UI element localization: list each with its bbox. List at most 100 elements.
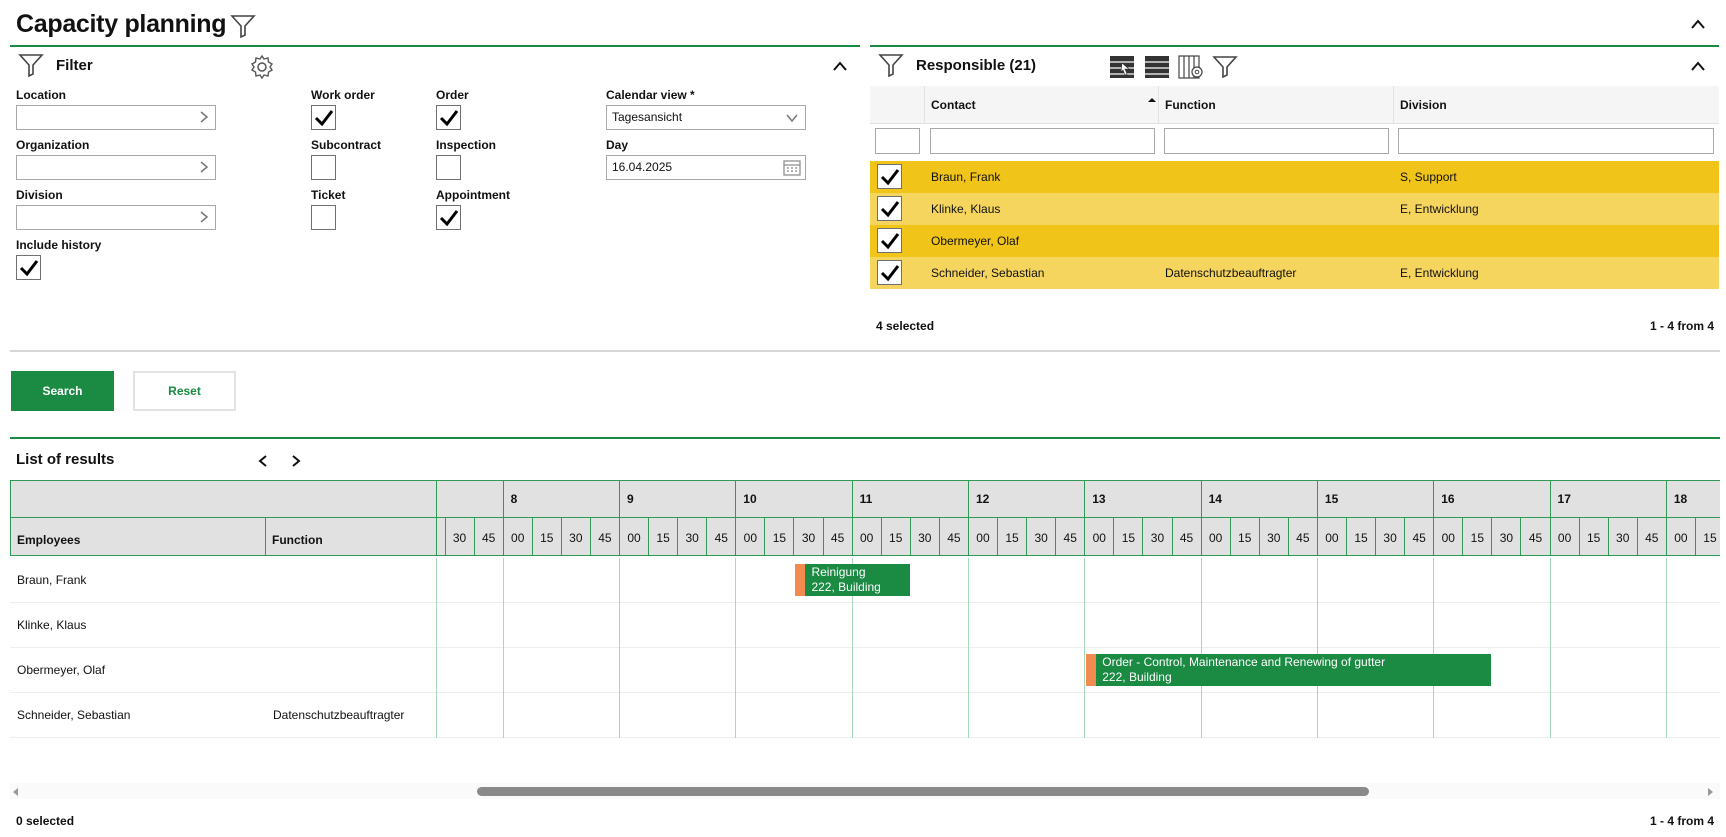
hour-header: 8 <box>502 480 517 517</box>
hour-header: 12 <box>967 480 989 517</box>
responsible-division-cell: S, Support <box>1400 170 1457 184</box>
division-column-header[interactable]: Division <box>1400 98 1447 112</box>
calendar-view-select[interactable]: Tagesansicht <box>606 105 806 130</box>
contact-filter-input[interactable] <box>930 128 1155 154</box>
employees-header: Employees <box>17 533 81 547</box>
responsible-row[interactable]: Obermeyer, Olaf <box>870 225 1719 257</box>
reset-button[interactable]: Reset <box>133 371 236 411</box>
day-value: 16.04.2025 <box>612 160 673 174</box>
quarter-header: 30 <box>560 518 590 556</box>
search-button[interactable]: Search <box>11 371 114 411</box>
page-title: Capacity planning <box>16 10 227 38</box>
responsible-row[interactable]: Braun, Frank S, Support <box>870 161 1719 193</box>
responsible-division-cell: E, Entwicklung <box>1400 202 1479 216</box>
ticket-checkbox[interactable] <box>311 205 336 230</box>
subcontract-checkbox[interactable] <box>311 155 336 180</box>
checkmark-icon <box>880 169 900 186</box>
work-order-checkbox[interactable] <box>311 105 336 130</box>
row-divider <box>10 602 1720 603</box>
timeline-divider <box>436 480 437 556</box>
work-order-label: Work order <box>311 88 375 102</box>
division-filter-input[interactable] <box>1398 128 1714 154</box>
row-divider <box>10 692 1720 693</box>
scrollbar-thumb[interactable] <box>477 787 1369 796</box>
responsible-contact-cell: Schneider, Sebastian <box>931 266 1045 280</box>
checkmark-icon <box>19 260 39 277</box>
function-filter-input[interactable] <box>1164 128 1389 154</box>
calendar-view-label: Calendar view * <box>606 88 695 102</box>
collapse-responsible-icon[interactable] <box>1690 60 1706 75</box>
responsible-table-header <box>870 86 1719 124</box>
results-selected-count: 0 selected <box>16 814 75 828</box>
division-field[interactable] <box>16 205 216 230</box>
calendar-icon[interactable] <box>783 159 801 179</box>
row-select-checkbox[interactable] <box>877 228 902 253</box>
appointment-checkbox[interactable] <box>436 205 461 230</box>
quarter-header: 45 <box>1636 518 1666 556</box>
checkmark-icon <box>314 110 334 127</box>
results-title: List of results <box>16 451 115 468</box>
results-pager: 1 - 4 from 4 <box>1650 814 1715 828</box>
quarter-header: 15 <box>764 518 793 556</box>
function-header: Function <box>272 533 323 547</box>
column-separator <box>1393 86 1394 124</box>
hour-header: 14 <box>1200 480 1222 517</box>
responsible-division-cell: E, Entwicklung <box>1400 266 1479 280</box>
organization-field[interactable] <box>16 155 216 180</box>
row-select-checkbox[interactable] <box>877 164 902 189</box>
row-select-checkbox[interactable] <box>877 196 902 221</box>
function-column-header[interactable]: Function <box>1165 98 1216 112</box>
day-date-input[interactable]: 16.04.2025 <box>606 155 806 180</box>
appointment-title: Order - Control, Maintenance and Renewin… <box>1102 655 1386 669</box>
quarter-header: 15 <box>1229 518 1259 556</box>
hour-header: 11 <box>851 480 872 517</box>
contact-column-header[interactable]: Contact <box>931 98 976 112</box>
list-view-icon[interactable] <box>1144 55 1170 82</box>
actions-divider <box>10 350 1720 352</box>
scroll-right-icon[interactable] <box>1706 786 1714 800</box>
collapse-filter-icon[interactable] <box>832 60 848 75</box>
collapse-page-icon[interactable] <box>1690 18 1706 33</box>
appointment-block[interactable]: Reinigung 222, Building <box>795 564 910 596</box>
quarter-header: 15 <box>1694 518 1724 556</box>
quarter-header: 45 <box>1404 518 1433 556</box>
sort-ascending-icon[interactable] <box>1147 92 1157 106</box>
hour-header: 17 <box>1549 480 1571 517</box>
settings-gear-icon[interactable] <box>249 54 275 83</box>
responsible-selected-count: 4 selected <box>876 319 935 333</box>
previous-icon[interactable] <box>258 454 268 471</box>
location-field[interactable] <box>16 105 216 130</box>
hour-header: 9 <box>618 480 634 517</box>
quarter-header: 15 <box>1578 518 1608 556</box>
quarter-header: 45 <box>706 518 735 556</box>
quarter-header: 30 <box>677 518 706 556</box>
responsible-pager: 1 - 4 from 4 <box>1650 319 1715 333</box>
scroll-left-icon[interactable] <box>12 786 20 800</box>
responsible-filter-icon <box>878 52 904 81</box>
appointment-block[interactable]: Order - Control, Maintenance and Renewin… <box>1086 654 1492 686</box>
include-history-checkbox[interactable] <box>16 255 41 280</box>
responsible-contact-cell: Obermeyer, Olaf <box>931 234 1020 248</box>
responsible-row[interactable]: Klinke, Klaus E, Entwicklung <box>870 193 1719 225</box>
select-filter-input[interactable] <box>875 128 920 154</box>
quarter-header: 45 <box>589 518 619 556</box>
responsible-row[interactable]: Schneider, Sebastian Datenschutzbeauftrag… <box>870 257 1719 289</box>
next-icon[interactable] <box>291 454 301 471</box>
column-separator <box>924 86 925 124</box>
filter-divider <box>10 45 860 47</box>
order-checkbox[interactable] <box>436 105 461 130</box>
quarter-header: 30 <box>1375 518 1404 556</box>
calendar-view-value: Tagesansicht <box>612 110 683 124</box>
quarter-header: 00 <box>1433 518 1462 556</box>
quarter-header: 15 <box>1462 518 1491 556</box>
select-list-icon[interactable] <box>1109 55 1135 82</box>
inspection-checkbox[interactable] <box>436 155 461 180</box>
checkmark-icon <box>880 233 900 250</box>
row-select-checkbox[interactable] <box>877 260 902 285</box>
location-label: Location <box>16 88 66 102</box>
filter-funnel-icon[interactable] <box>1212 55 1238 82</box>
filter-toggle-icon[interactable] <box>230 13 256 42</box>
appointment-location: 222, Building <box>1102 670 1172 684</box>
column-settings-icon[interactable] <box>1178 55 1204 82</box>
responsible-contact-cell: Klinke, Klaus <box>931 202 1001 216</box>
